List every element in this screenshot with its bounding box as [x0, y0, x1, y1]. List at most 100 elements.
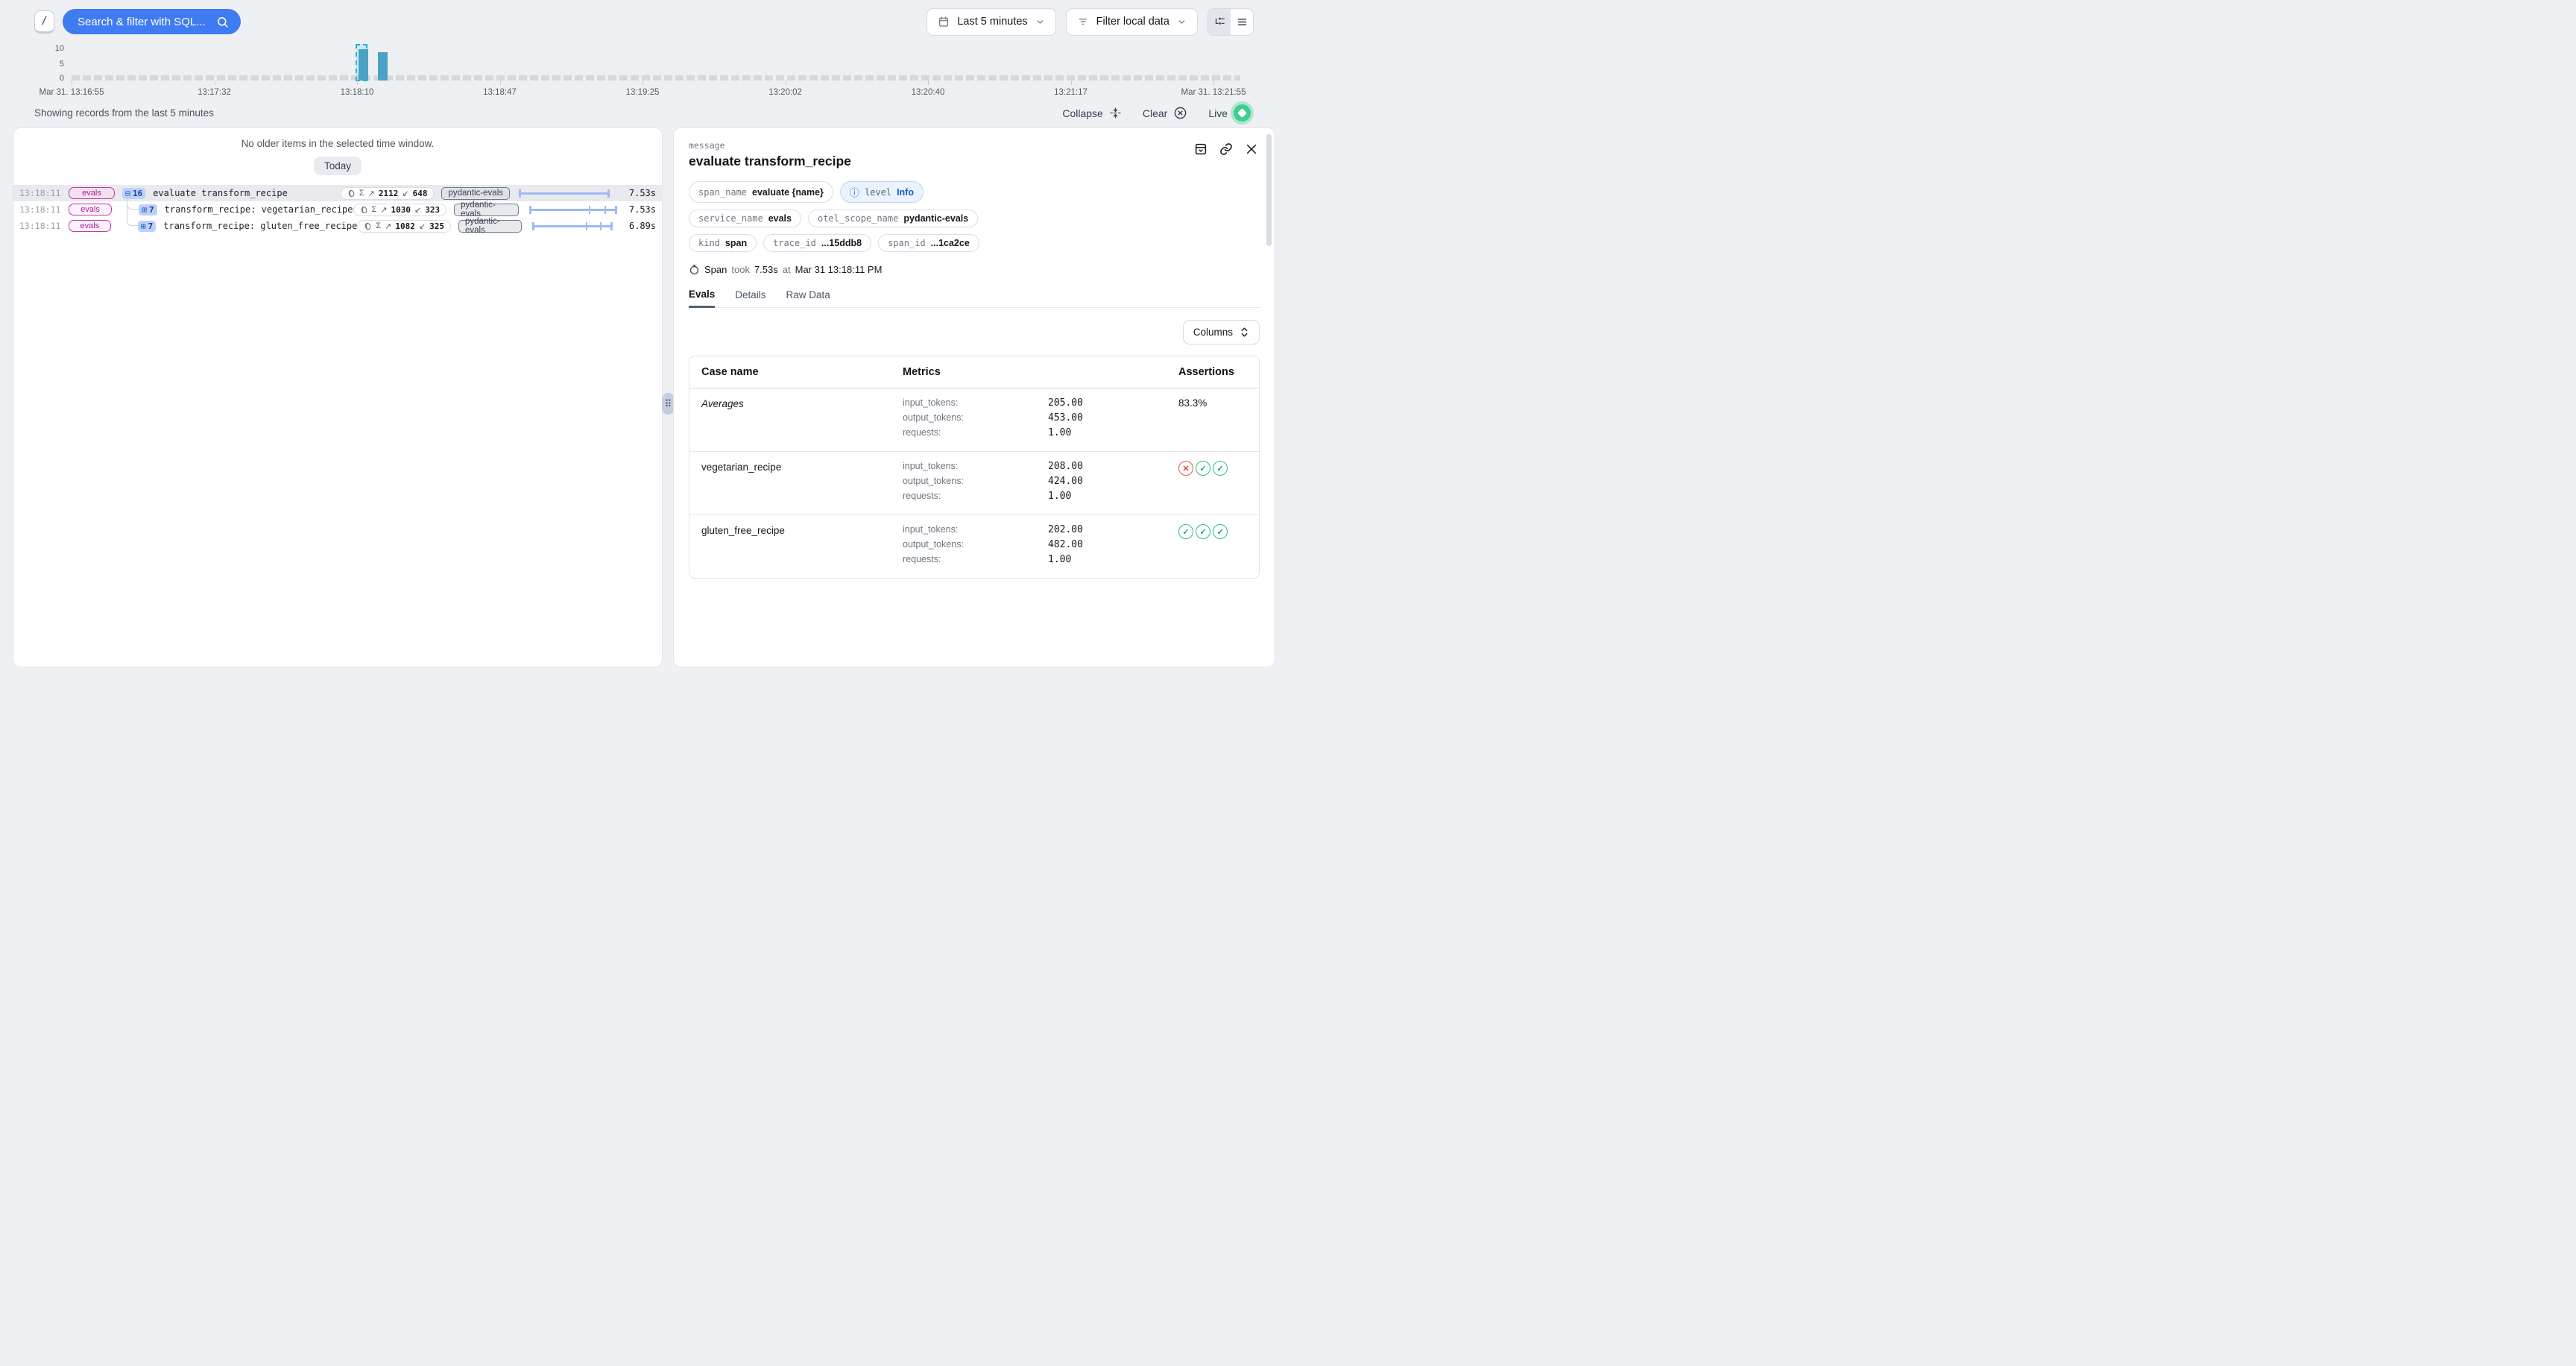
- metric-value: 482.00: [1048, 539, 1083, 550]
- tab-details[interactable]: Details: [735, 289, 765, 307]
- metric-label: requests:: [903, 554, 1048, 564]
- tab-raw-data[interactable]: Raw Data: [786, 289, 830, 307]
- scope-tag[interactable]: pydantic-evals: [458, 220, 522, 233]
- span-duration: 7.53s: [613, 188, 656, 198]
- attribute-badge-span-name[interactable]: span_name evaluate {name}: [689, 181, 833, 203]
- assertion-pass-icon: ✓: [1213, 524, 1228, 539]
- x-axis-tick-label: Mar 31. 13:16:55: [40, 88, 104, 97]
- time-range-dropdown[interactable]: Last 5 minutes: [926, 8, 1055, 36]
- metric-value: 205.00: [1048, 397, 1083, 409]
- span-count: 16: [133, 189, 142, 198]
- attribute-badge-service-name[interactable]: service_name evals: [689, 210, 801, 227]
- arrow-in-icon: ↙: [414, 205, 421, 215]
- tree-view-toggle[interactable]: [1208, 9, 1231, 35]
- records-histogram: 10 5 0 Mar 31. 13:16:5513:17:3213:18:101…: [0, 42, 1288, 101]
- metrics-cell: input_tokens:208.00output_tokens:424.00r…: [903, 461, 1178, 506]
- copy-link-button[interactable]: [1219, 142, 1233, 156]
- span-duration-bar[interactable]: [519, 189, 610, 198]
- token-metrics-pill[interactable]: Σ ↗2112 ↙648: [341, 187, 435, 200]
- attribute-value: evaluate {name}: [752, 187, 824, 198]
- assertions-cell: ✕✓✓: [1178, 461, 1247, 506]
- attribute-badge-span-id[interactable]: span_id ...1ca2ce: [878, 234, 979, 252]
- record-kind-label: message: [689, 140, 1260, 151]
- token-metrics-pill[interactable]: Σ ↗1030 ↙323: [353, 204, 447, 216]
- scope-tag[interactable]: pydantic-evals: [454, 204, 519, 216]
- collapse-span-toggle[interactable]: ⊟ 16: [122, 188, 145, 199]
- expand-span-toggle[interactable]: ⊞ 7: [138, 221, 157, 232]
- live-toggle[interactable]: Live: [1208, 104, 1251, 122]
- metric-line: requests:1.00: [903, 491, 1178, 506]
- attribute-value: pydantic-evals: [903, 213, 968, 224]
- span-count: 7: [149, 205, 154, 215]
- attribute-badge-level[interactable]: ⓘ level Info: [840, 181, 924, 203]
- y-axis-tick: 10: [28, 44, 64, 53]
- input-token-count: 648: [413, 189, 428, 198]
- histogram-bar[interactable]: [378, 52, 388, 81]
- table-row-gluten-free-recipe[interactable]: gluten_free_recipe input_tokens:202.00ou…: [689, 514, 1259, 578]
- metric-value: 1.00: [1048, 491, 1071, 502]
- search-button[interactable]: Search & filter with SQL...: [63, 9, 241, 34]
- scope-tag[interactable]: pydantic-evals: [441, 187, 510, 200]
- collapse-button[interactable]: Collapse: [1062, 107, 1121, 119]
- span-name: evaluate transform_recipe: [153, 188, 288, 198]
- chevron-down-icon: [1035, 17, 1045, 27]
- trace-row-vegetarian-recipe[interactable]: 13:18:11 evals ⊞ 7 transform_recipe: veg…: [13, 201, 662, 218]
- scrollbar[interactable]: [1266, 134, 1272, 661]
- attribute-badge-trace-id[interactable]: trace_id ...15ddb8: [763, 234, 871, 252]
- metric-value: 1.00: [1048, 554, 1071, 565]
- token-metrics-pill[interactable]: Σ ↗1082 ↙325: [357, 220, 451, 233]
- service-badge[interactable]: evals: [69, 204, 112, 215]
- metrics-cell: input_tokens:205.00output_tokens:453.00r…: [903, 397, 1178, 442]
- view-mode-segmented-control: [1208, 8, 1254, 36]
- x-axis-tick-mark: [500, 81, 501, 85]
- search-button-label: Search & filter with SQL...: [78, 16, 206, 28]
- list-view-toggle[interactable]: [1231, 9, 1253, 35]
- span-bar-tick: [604, 206, 606, 214]
- trace-row-gluten-free-recipe[interactable]: 13:18:11 evals ⊞ 7 transform_recipe: glu…: [13, 218, 662, 234]
- trace-timestamp: 13:18:11: [19, 204, 60, 215]
- arrow-out-icon: ↗: [380, 205, 387, 215]
- took-word: took: [731, 264, 750, 275]
- histogram-plot-area[interactable]: Mar 31. 13:16:5513:17:3213:18:1013:18:47…: [72, 42, 1213, 101]
- live-label: Live: [1208, 107, 1228, 119]
- dock-panel-icon: [1194, 142, 1208, 156]
- y-axis-tick: 5: [28, 60, 64, 69]
- assertions-cell: ✓✓✓: [1178, 524, 1247, 569]
- attribute-badge-otel-scope-name[interactable]: otel_scope_name pydantic-evals: [808, 210, 978, 227]
- duration-value: 7.53s: [754, 264, 778, 275]
- scrollbar-thumb[interactable]: [1266, 134, 1272, 246]
- service-badge[interactable]: evals: [69, 187, 115, 199]
- output-token-count: 1030: [391, 205, 411, 215]
- x-axis-tick-label: 13:18:10: [341, 88, 374, 97]
- span-duration-bar[interactable]: [528, 205, 613, 215]
- slash-shortcut-key[interactable]: /: [34, 10, 54, 34]
- metric-line: output_tokens:453.00: [903, 412, 1178, 427]
- clear-button[interactable]: Clear: [1143, 106, 1187, 120]
- x-axis-tick-label: 13:20:02: [768, 88, 802, 97]
- grip-dots-icon: ⠿: [665, 398, 672, 410]
- columns-button[interactable]: Columns: [1183, 320, 1260, 344]
- span-bar-tick: [586, 222, 587, 230]
- attribute-badge-kind[interactable]: kind span: [689, 234, 757, 252]
- trace-row-evaluate-transform-recipe[interactable]: 13:18:11 evals ⊟ 16 evaluate transform_r…: [13, 185, 662, 201]
- span-duration: 6.89s: [616, 221, 656, 231]
- tree-view-icon: [1214, 16, 1225, 28]
- trace-timestamp: 13:18:11: [19, 188, 60, 198]
- metric-line: input_tokens:202.00: [903, 524, 1178, 539]
- output-token-count: 2112: [379, 189, 399, 198]
- filter-local-data-dropdown[interactable]: Filter local data: [1066, 8, 1198, 36]
- tab-evals[interactable]: Evals: [689, 289, 715, 308]
- histogram-bar[interactable]: [359, 49, 368, 81]
- service-badge[interactable]: evals: [69, 220, 111, 232]
- close-panel-button[interactable]: [1245, 142, 1258, 156]
- table-row-averages[interactable]: Averages input_tokens:205.00output_token…: [689, 388, 1259, 451]
- attribute-value: ...15ddb8: [821, 238, 862, 248]
- dock-panel-button[interactable]: [1194, 142, 1208, 156]
- stopwatch-icon: [689, 264, 700, 275]
- span-detail-title: evaluate transform_recipe: [689, 154, 1260, 169]
- span-duration-bar[interactable]: [531, 221, 613, 231]
- metric-label: output_tokens:: [903, 412, 1048, 423]
- expand-span-toggle[interactable]: ⊞ 7: [139, 204, 157, 215]
- table-row-vegetarian-recipe[interactable]: vegetarian_recipe input_tokens:208.00out…: [689, 451, 1259, 514]
- status-row: Showing records from the last 5 minutes …: [34, 104, 1251, 122]
